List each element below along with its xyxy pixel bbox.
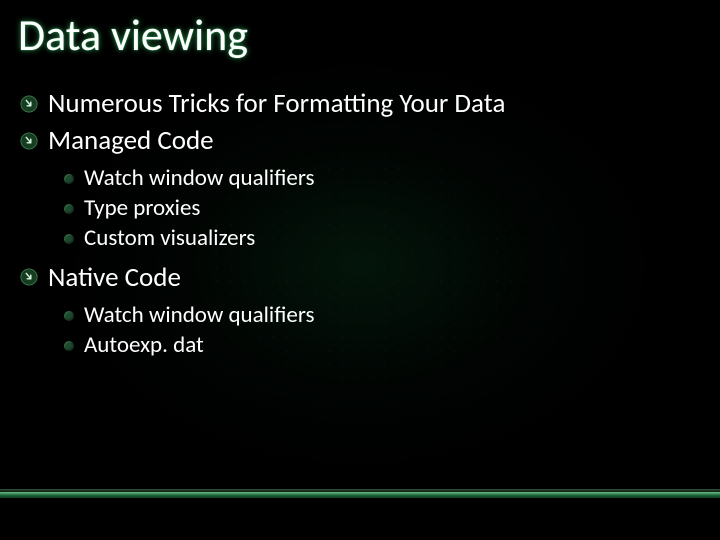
list-item: Autoexp. dat [64,331,690,361]
list-item: Custom visualizers [64,224,690,254]
bullet-arrow-icon [20,132,38,150]
list-item: Watch window qualifiers [64,301,690,331]
bullet-arrow-icon [20,268,38,286]
list-item: Managed Code [20,123,690,158]
item-text: Numerous Tricks for Formatting Your Data [48,86,505,121]
list-item: Native Code [20,260,690,295]
bullet-dot-icon [64,234,74,244]
item-text: Managed Code [48,123,214,158]
bullet-arrow-icon [20,95,38,113]
list-item: Numerous Tricks for Formatting Your Data [20,86,690,121]
footer-space [0,498,720,540]
item-text: Native Code [48,260,181,295]
slide-content: Numerous Tricks for Formatting Your Data… [20,86,690,361]
item-text: Watch window qualifiers [84,301,314,331]
bullet-dot-icon [64,311,74,321]
bullet-dot-icon [64,174,74,184]
item-text: Custom visualizers [84,224,255,254]
item-text: Autoexp. dat [84,331,204,361]
item-text: Watch window qualifiers [84,164,314,194]
bullet-dot-icon [64,341,74,351]
item-text: Type proxies [84,194,200,224]
slide-title: Data viewing [18,8,248,62]
list-item: Type proxies [64,194,690,224]
bullet-dot-icon [64,204,74,214]
list-item: Watch window qualifiers [64,164,690,194]
